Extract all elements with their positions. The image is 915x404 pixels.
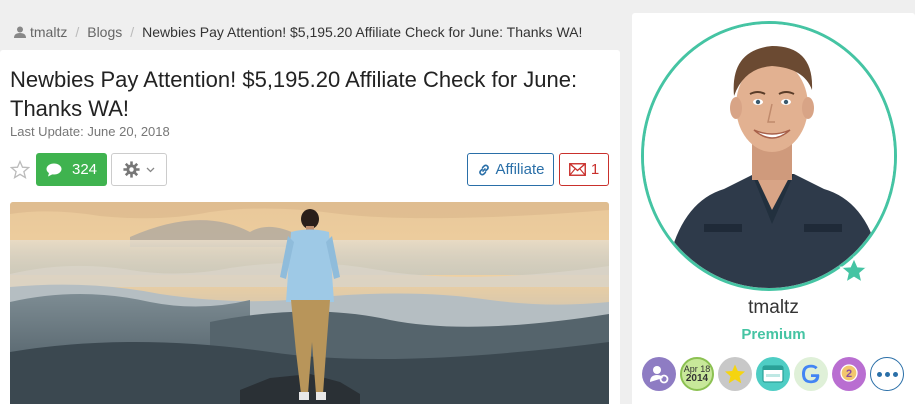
member-since-year: 2014	[685, 373, 709, 384]
chevron-down-icon	[146, 167, 155, 172]
last-update: Last Update: June 20, 2018	[10, 124, 170, 139]
avatar[interactable]	[641, 21, 897, 291]
hero-image	[10, 202, 609, 404]
more-badges-button[interactable]	[870, 357, 904, 391]
breadcrumb-current: Newbies Pay Attention! $5,195.20 Affilia…	[142, 24, 583, 40]
affiliate-button[interactable]: Affiliate	[467, 153, 554, 186]
achievement-badges: Apr 18 2014 2	[642, 357, 904, 391]
private-message-button[interactable]: 1	[559, 153, 609, 186]
user-icon	[14, 26, 26, 38]
breadcrumb: tmaltz / Blogs / Newbies Pay Attention! …	[14, 22, 582, 42]
star-badge-icon[interactable]	[718, 357, 752, 391]
settings-dropdown[interactable]	[111, 153, 167, 186]
affiliate-label: Affiliate	[495, 161, 545, 178]
breadcrumb-separator: /	[75, 24, 80, 40]
post-title: Newbies Pay Attention! $5,195.20 Affilia…	[10, 67, 578, 121]
star-icon[interactable]	[10, 160, 30, 180]
member-since-badge[interactable]: Apr 18 2014	[680, 357, 714, 391]
comments-button[interactable]: 324	[36, 153, 107, 186]
profile-username[interactable]: tmaltz	[632, 297, 915, 319]
mail-icon	[568, 163, 586, 176]
membership-badge: Premium	[741, 326, 806, 343]
blog-post-card: Newbies Pay Attention! $5,195.20 Affilia…	[0, 50, 620, 404]
more-icon	[876, 371, 882, 377]
google-badge-icon[interactable]	[794, 357, 828, 391]
comment-count: 324	[71, 161, 98, 178]
post-actions: 324 Affiliate 1	[0, 153, 620, 186]
author-profile-card: tmaltz Premium Apr 18 2014 2	[632, 13, 915, 404]
premium-star-icon	[839, 256, 869, 284]
website-badge-icon[interactable]	[756, 357, 790, 391]
comment-icon	[46, 163, 62, 176]
rank-award-badge-icon[interactable]: 2	[832, 357, 866, 391]
rank-number: 2	[846, 368, 852, 380]
link-icon	[478, 164, 489, 175]
mail-count: 1	[590, 161, 600, 178]
user-settings-badge-icon[interactable]	[642, 357, 676, 391]
gear-icon	[123, 161, 140, 178]
breadcrumb-user-link[interactable]: tmaltz	[30, 24, 67, 40]
breadcrumb-blogs-link[interactable]: Blogs	[87, 24, 122, 40]
breadcrumb-separator: /	[130, 24, 135, 40]
